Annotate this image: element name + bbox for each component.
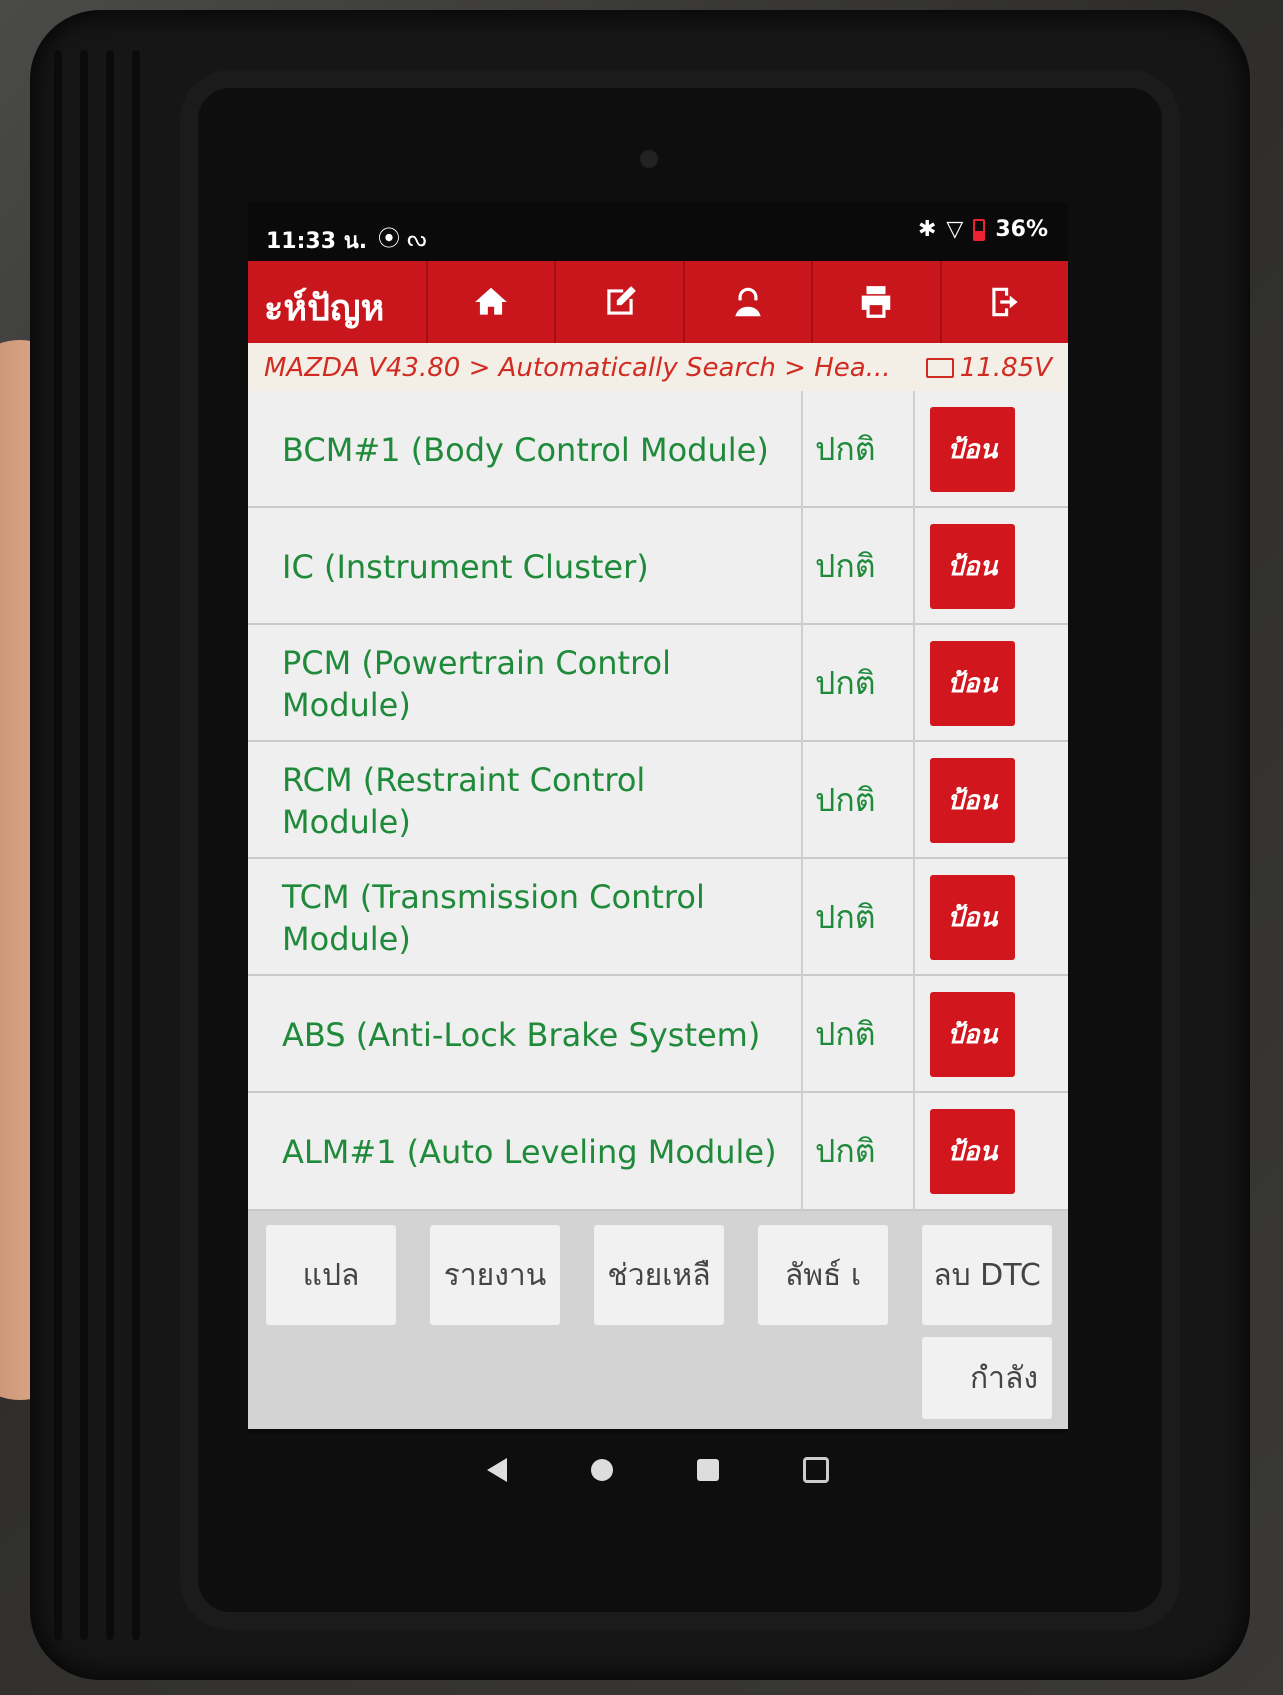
photo-background: 11:33 น. ⦿ ᔓ ✱ ▽ 36% ะห์ปัญห MAZDA V43.8… <box>0 0 1283 1695</box>
support-button[interactable] <box>682 261 811 343</box>
breadcrumb: MAZDA V43.80 > Automatically Search > He… <box>248 343 1068 391</box>
module-status: ปกติ <box>805 976 915 1093</box>
module-name: ALM#1 (Auto Leveling Module) <box>248 1093 803 1210</box>
module-name: ABS (Anti-Lock Brake System) <box>248 976 803 1093</box>
module-row: PCM (Powertrain Control Module) ปกติ ป้อ… <box>248 625 1068 742</box>
home-circle-icon[interactable] <box>591 1459 613 1481</box>
notification-icons: ⦿ ᔓ <box>378 227 427 252</box>
voltage-value: 11.85V <box>959 353 1052 383</box>
grip-ridge <box>106 50 114 1640</box>
battery-level: 36% <box>995 217 1048 242</box>
edit-icon <box>606 286 636 315</box>
enter-module-button[interactable]: ป้อน <box>930 407 1015 492</box>
module-name: RCM (Restraint Control Module) <box>248 742 803 859</box>
enter-module-button[interactable]: ป้อน <box>930 992 1015 1077</box>
android-nav-bar <box>248 1440 1068 1500</box>
recent-apps-icon[interactable] <box>697 1459 719 1481</box>
loading-button[interactable]: กำลัง <box>922 1337 1052 1419</box>
enter-module-button[interactable]: ป้อน <box>930 875 1015 960</box>
page-title: ะห์ปัญห <box>264 288 385 329</box>
module-status: ปกติ <box>805 625 915 742</box>
function-bar: แปล รายงาน ช่วยเหลื ลัพธ์ เ ลบ DTC กำลัง <box>248 1211 1068 1429</box>
enter-module-button[interactable]: ป้อน <box>930 1109 1015 1194</box>
enter-module-button[interactable]: ป้อน <box>930 758 1015 843</box>
front-camera <box>640 150 658 168</box>
print-button[interactable] <box>811 261 939 343</box>
voltage-readout: 11.85V <box>925 353 1052 383</box>
wifi-icon: ▽ <box>946 217 964 242</box>
status-right: ✱ ▽ 36% <box>918 217 1048 242</box>
support-icon <box>735 287 761 317</box>
battery-icon <box>973 218 986 241</box>
module-row: ABS (Anti-Lock Brake System) ปกติ ป้อน <box>248 976 1068 1093</box>
translate-button[interactable]: แปล <box>266 1225 396 1325</box>
module-row: BCM#1 (Body Control Module) ปกติ ป้อน <box>248 391 1068 508</box>
status-bar: 11:33 น. ⦿ ᔓ ✱ ▽ 36% <box>248 203 1068 261</box>
print-icon <box>862 286 891 318</box>
clear-dtc-button[interactable]: ลบ DTC <box>922 1225 1052 1325</box>
bluetooth-icon: ✱ <box>917 217 937 242</box>
enter-module-button[interactable]: ป้อน <box>930 524 1015 609</box>
report-button[interactable]: รายงาน <box>430 1225 560 1325</box>
edit-button[interactable] <box>554 261 682 343</box>
back-icon[interactable] <box>487 1458 507 1482</box>
module-status: ปกติ <box>805 742 915 859</box>
module-row: RCM (Restraint Control Module) ปกติ ป้อน <box>248 742 1068 859</box>
enter-module-button[interactable]: ป้อน <box>930 641 1015 726</box>
module-list: BCM#1 (Body Control Module) ปกติ ป้อน IC… <box>248 391 1068 1211</box>
module-status: ปกติ <box>805 1093 915 1210</box>
grip-ridge <box>80 50 88 1640</box>
module-status: ปกติ <box>805 859 915 976</box>
module-status: ปกติ <box>805 508 915 625</box>
module-row: ALM#1 (Auto Leveling Module) ปกติ ป้อน <box>248 1093 1068 1211</box>
status-time: 11:33 น. <box>266 229 368 254</box>
home-icon <box>475 287 508 315</box>
screenshot-icon[interactable] <box>803 1457 829 1483</box>
grip-ridge <box>54 50 62 1640</box>
grip-ridge <box>132 50 140 1640</box>
breadcrumb-path: MAZDA V43.80 > Automatically Search > He… <box>264 353 891 383</box>
home-button[interactable] <box>426 261 554 343</box>
module-name: BCM#1 (Body Control Module) <box>248 391 803 508</box>
results-button[interactable]: ลัพธ์ เ <box>758 1225 888 1325</box>
device-screen: 11:33 น. ⦿ ᔓ ✱ ▽ 36% ะห์ปัญห MAZDA V43.8… <box>248 203 1068 1433</box>
module-row: IC (Instrument Cluster) ปกติ ป้อน <box>248 508 1068 625</box>
exit-icon <box>992 287 1018 317</box>
module-name: PCM (Powertrain Control Module) <box>248 625 803 742</box>
help-button[interactable]: ช่วยเหลื <box>594 1225 724 1325</box>
module-name: TCM (Transmission Control Module) <box>248 859 803 976</box>
module-row: TCM (Transmission Control Module) ปกติ ป… <box>248 859 1068 976</box>
module-name: IC (Instrument Cluster) <box>248 508 803 625</box>
module-status: ปกติ <box>805 391 915 508</box>
top-toolbar: ะห์ปัญห <box>248 261 1068 343</box>
exit-button[interactable] <box>939 261 1068 343</box>
car-battery-icon <box>925 358 954 378</box>
